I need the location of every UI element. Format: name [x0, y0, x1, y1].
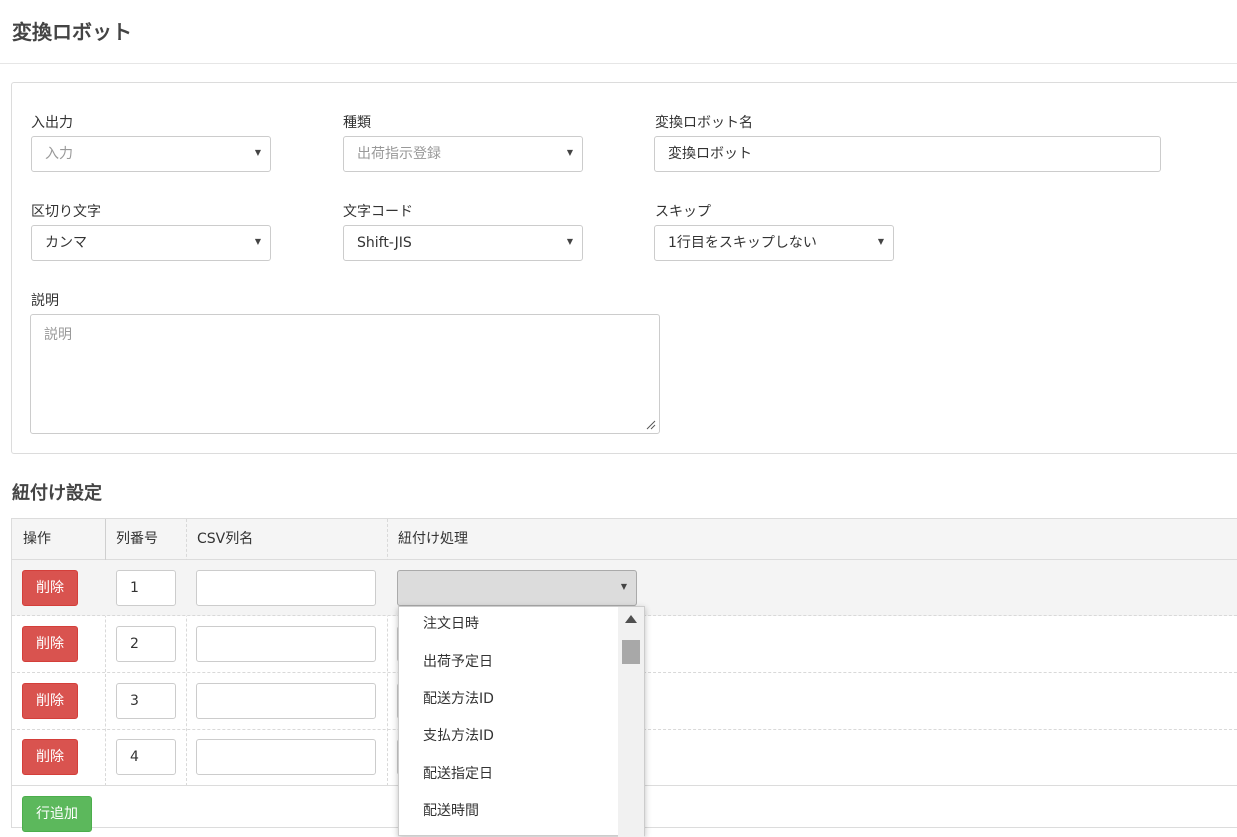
dropdown-option[interactable]: 支払方法ID	[423, 725, 494, 745]
header-col-no: 列番号	[116, 531, 158, 547]
kind-select: 出荷指示登録 ▼	[343, 136, 583, 172]
chevron-down-icon: ▼	[254, 237, 261, 246]
robot-name-input[interactable]: 変換ロボット	[654, 136, 1161, 172]
mapping-section-title: 紐付け設定	[12, 483, 102, 504]
chevron-down-icon: ▼	[877, 237, 884, 246]
kind-select-value: 出荷指示登録	[357, 146, 441, 162]
column-number-input[interactable]: 2	[116, 626, 176, 662]
skip-select[interactable]: 1行目をスキップしない ▼	[654, 225, 894, 261]
header-csv-name: CSV列名	[197, 531, 254, 547]
delete-button[interactable]: 削除	[22, 570, 78, 606]
chevron-down-icon: ▼	[566, 148, 573, 157]
title-divider	[0, 63, 1237, 64]
delimiter-label: 区切り文字	[31, 204, 101, 220]
header-op: 操作	[23, 531, 51, 547]
scrollbar-thumb[interactable]	[622, 640, 640, 664]
csv-name-input[interactable]	[196, 570, 376, 606]
charset-select-value: Shift-JIS	[357, 235, 412, 251]
delete-button[interactable]: 削除	[22, 626, 78, 662]
chevron-down-icon: ▼	[254, 148, 261, 157]
charset-select[interactable]: Shift-JIS ▼	[343, 225, 583, 261]
description-label: 説明	[31, 293, 59, 309]
dropdown-option[interactable]: 出荷予定日	[423, 651, 493, 671]
add-row-button[interactable]: 行追加	[22, 796, 92, 832]
dropdown-option[interactable]: 配送時間	[423, 800, 479, 820]
dropdown-scrollbar[interactable]	[618, 607, 644, 837]
io-select: 入力 ▼	[31, 136, 271, 172]
delete-button[interactable]: 削除	[22, 739, 78, 775]
csv-name-input[interactable]	[196, 626, 376, 662]
page-title: 変換ロボット	[12, 20, 132, 44]
delimiter-select[interactable]: カンマ ▼	[31, 225, 271, 261]
robot-name-label: 変換ロボット名	[655, 115, 753, 131]
delimiter-select-value: カンマ	[45, 235, 87, 251]
dropdown-option[interactable]: 注文日時	[423, 613, 479, 633]
io-select-value: 入力	[45, 146, 73, 162]
resize-grip-icon[interactable]	[646, 420, 656, 430]
column-divider[interactable]	[105, 519, 106, 560]
dropdown-option[interactable]: 配送指定日	[423, 763, 493, 783]
kind-label: 種類	[343, 115, 371, 131]
scroll-up-arrow-icon[interactable]	[625, 615, 637, 623]
dropdown-option[interactable]: 配送方法ID	[423, 688, 494, 708]
csv-name-input[interactable]	[196, 739, 376, 775]
io-label: 入出力	[31, 115, 73, 131]
charset-label: 文字コード	[343, 204, 413, 220]
mapping-process-dropdown: 注文日時 出荷予定日 配送方法ID 支払方法ID 配送指定日 配送時間	[398, 606, 645, 837]
header-process: 紐付け処理	[398, 531, 468, 547]
chevron-down-icon: ▼	[620, 582, 627, 591]
csv-name-input[interactable]	[196, 683, 376, 719]
mapping-process-select[interactable]: ▼	[397, 570, 637, 606]
description-textarea[interactable]: 説明	[30, 314, 660, 434]
description-placeholder: 説明	[44, 327, 72, 343]
chevron-down-icon: ▼	[566, 237, 573, 246]
skip-select-value: 1行目をスキップしない	[668, 235, 817, 251]
settings-form-panel: 入出力 入力 ▼ 種類 出荷指示登録 ▼ 変換ロボット名 変換ロボット 区切り文…	[11, 82, 1237, 454]
table-header: 操作 列番号 CSV列名 紐付け処理	[12, 519, 1237, 560]
delete-button[interactable]: 削除	[22, 683, 78, 719]
column-number-input[interactable]: 3	[116, 683, 176, 719]
skip-label: スキップ	[655, 204, 711, 220]
column-number-input[interactable]: 4	[116, 739, 176, 775]
column-number-input[interactable]: 1	[116, 570, 176, 606]
